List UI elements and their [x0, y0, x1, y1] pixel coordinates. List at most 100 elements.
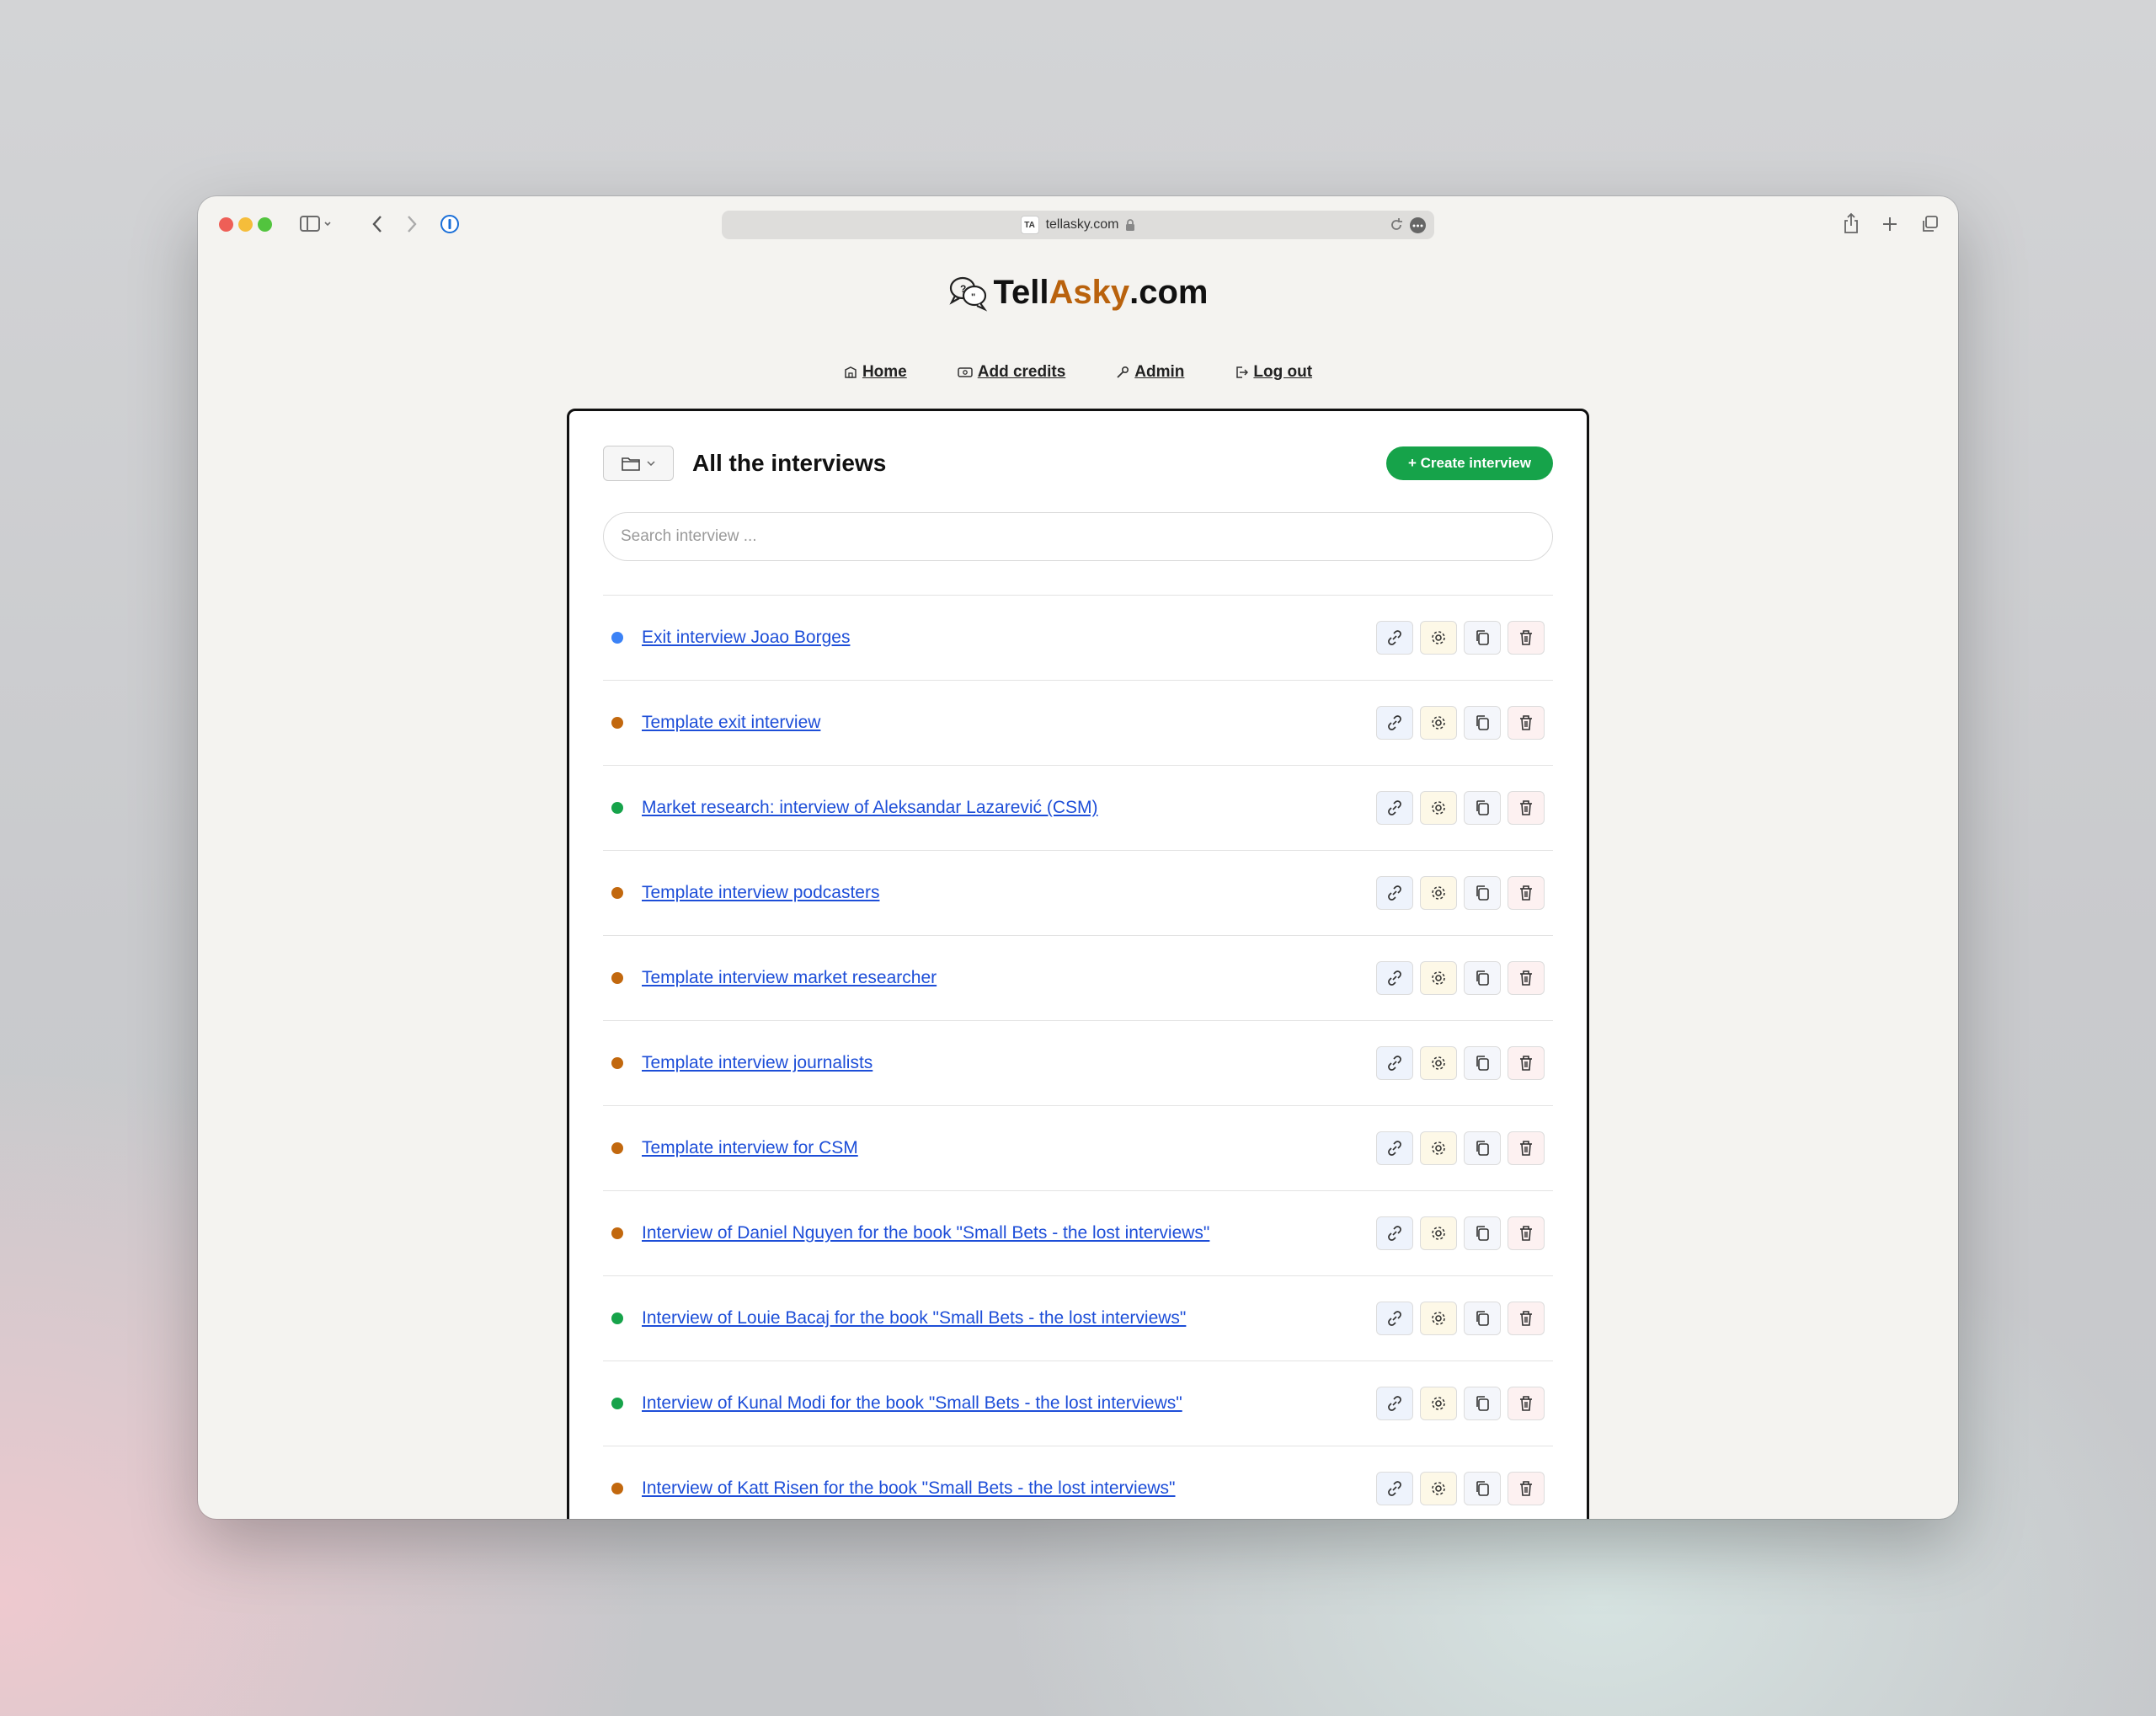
interview-title-link[interactable]: Template interview for CSM — [642, 1138, 858, 1158]
interview-title-link[interactable]: Template interview podcasters — [642, 883, 879, 903]
copy-icon — [1473, 799, 1492, 817]
nav-add-credits-link[interactable]: Add credits — [958, 363, 1065, 382]
settings-button[interactable] — [1420, 961, 1457, 995]
delete-button[interactable] — [1508, 1472, 1545, 1505]
copy-link-button[interactable] — [1376, 791, 1413, 825]
settings-button[interactable] — [1420, 621, 1457, 655]
minimize-window-button[interactable] — [238, 217, 253, 232]
nav-logout-link[interactable]: Log out — [1235, 363, 1312, 382]
create-interview-button[interactable]: + Create interview — [1386, 446, 1553, 480]
settings-button[interactable] — [1420, 1046, 1457, 1080]
site-logo[interactable]: ? " Tell Asky .com — [198, 274, 1958, 312]
duplicate-button[interactable] — [1464, 1131, 1501, 1165]
delete-button[interactable] — [1508, 621, 1545, 655]
row-actions — [1376, 1046, 1545, 1080]
duplicate-button[interactable] — [1464, 961, 1501, 995]
delete-button[interactable] — [1508, 1046, 1545, 1080]
sidebar-toggle-icon[interactable] — [300, 213, 334, 235]
close-window-button[interactable] — [219, 217, 233, 232]
duplicate-button[interactable] — [1464, 876, 1501, 910]
status-dot — [611, 1483, 623, 1494]
share-icon[interactable] — [1840, 211, 1862, 235]
copy-link-button[interactable] — [1376, 1472, 1413, 1505]
nav-admin-link[interactable]: Admin — [1116, 363, 1184, 382]
row-actions — [1376, 706, 1545, 740]
copy-link-button[interactable] — [1376, 961, 1413, 995]
interview-list: Exit interview Joao Borges Template exit … — [603, 595, 1553, 1519]
chat-bubbles-icon: ? " — [948, 275, 989, 312]
interview-title-link[interactable]: Template exit interview — [642, 713, 820, 733]
link-icon — [1385, 1479, 1404, 1498]
gear-icon — [1429, 714, 1448, 732]
copy-link-button[interactable] — [1376, 876, 1413, 910]
settings-button[interactable] — [1420, 706, 1457, 740]
svg-text:?: ? — [960, 283, 966, 295]
search-input[interactable] — [603, 512, 1553, 561]
reload-icon[interactable] — [1389, 217, 1404, 233]
delete-button[interactable] — [1508, 1387, 1545, 1420]
maximize-window-button[interactable] — [258, 217, 272, 232]
url-text: tellasky.com — [1045, 217, 1119, 232]
settings-button[interactable] — [1420, 1216, 1457, 1250]
interview-row: Template interview for CSM — [603, 1106, 1553, 1191]
status-dot — [611, 1142, 623, 1154]
settings-button[interactable] — [1420, 1131, 1457, 1165]
interview-title-link[interactable]: Interview of Daniel Nguyen for the book … — [642, 1223, 1209, 1243]
delete-button[interactable] — [1508, 706, 1545, 740]
interviews-card: All the interviews + Create interview Ex… — [567, 409, 1589, 1519]
copy-link-button[interactable] — [1376, 706, 1413, 740]
copy-link-button[interactable] — [1376, 1216, 1413, 1250]
delete-button[interactable] — [1508, 791, 1545, 825]
gear-icon — [1429, 1139, 1448, 1157]
trash-icon — [1517, 969, 1535, 987]
interview-title-link[interactable]: Market research: interview of Aleksandar… — [642, 798, 1098, 818]
interview-title-link[interactable]: Interview of Louie Bacaj for the book "S… — [642, 1308, 1186, 1328]
settings-button[interactable] — [1420, 1302, 1457, 1335]
duplicate-button[interactable] — [1464, 1472, 1501, 1505]
duplicate-button[interactable] — [1464, 706, 1501, 740]
folder-icon — [622, 456, 640, 471]
address-bar[interactable]: TA tellasky.com — [722, 211, 1434, 239]
copy-link-button[interactable] — [1376, 1131, 1413, 1165]
trash-icon — [1517, 1224, 1535, 1243]
duplicate-button[interactable] — [1464, 1302, 1501, 1335]
interview-title-link[interactable]: Template interview market researcher — [642, 968, 937, 988]
settings-button[interactable] — [1420, 791, 1457, 825]
more-options-icon[interactable] — [1410, 217, 1426, 233]
duplicate-button[interactable] — [1464, 1046, 1501, 1080]
back-icon[interactable] — [366, 213, 388, 235]
interview-row: Exit interview Joao Borges — [603, 596, 1553, 681]
delete-button[interactable] — [1508, 876, 1545, 910]
settings-button[interactable] — [1420, 1472, 1457, 1505]
forward-icon[interactable] — [401, 213, 423, 235]
new-tab-icon[interactable] — [1879, 213, 1901, 235]
interview-title-link[interactable]: Interview of Kunal Modi for the book "Sm… — [642, 1393, 1182, 1414]
interview-title-link[interactable]: Interview of Katt Risen for the book "Sm… — [642, 1478, 1176, 1499]
duplicate-button[interactable] — [1464, 791, 1501, 825]
copy-icon — [1473, 969, 1492, 987]
settings-button[interactable] — [1420, 876, 1457, 910]
delete-button[interactable] — [1508, 1216, 1545, 1250]
copy-link-button[interactable] — [1376, 1302, 1413, 1335]
duplicate-button[interactable] — [1464, 1216, 1501, 1250]
settings-button[interactable] — [1420, 1387, 1457, 1420]
copy-link-button[interactable] — [1376, 621, 1413, 655]
duplicate-button[interactable] — [1464, 1387, 1501, 1420]
nav-home-link[interactable]: Home — [844, 363, 907, 382]
copy-link-button[interactable] — [1376, 1046, 1413, 1080]
tab-overview-icon[interactable] — [1919, 213, 1940, 235]
gear-icon — [1429, 969, 1448, 987]
duplicate-button[interactable] — [1464, 621, 1501, 655]
delete-button[interactable] — [1508, 1302, 1545, 1335]
password-manager-icon[interactable] — [439, 213, 461, 235]
copy-link-button[interactable] — [1376, 1387, 1413, 1420]
delete-button[interactable] — [1508, 1131, 1545, 1165]
link-icon — [1385, 628, 1404, 647]
lock-icon — [1125, 218, 1135, 232]
main-nav: Home Add credits Admin Log out — [198, 363, 1958, 382]
logo-text-domain: .com — [1129, 274, 1209, 311]
interview-title-link[interactable]: Template interview journalists — [642, 1053, 873, 1073]
folder-dropdown-button[interactable] — [603, 446, 674, 481]
interview-title-link[interactable]: Exit interview Joao Borges — [642, 628, 850, 648]
delete-button[interactable] — [1508, 961, 1545, 995]
